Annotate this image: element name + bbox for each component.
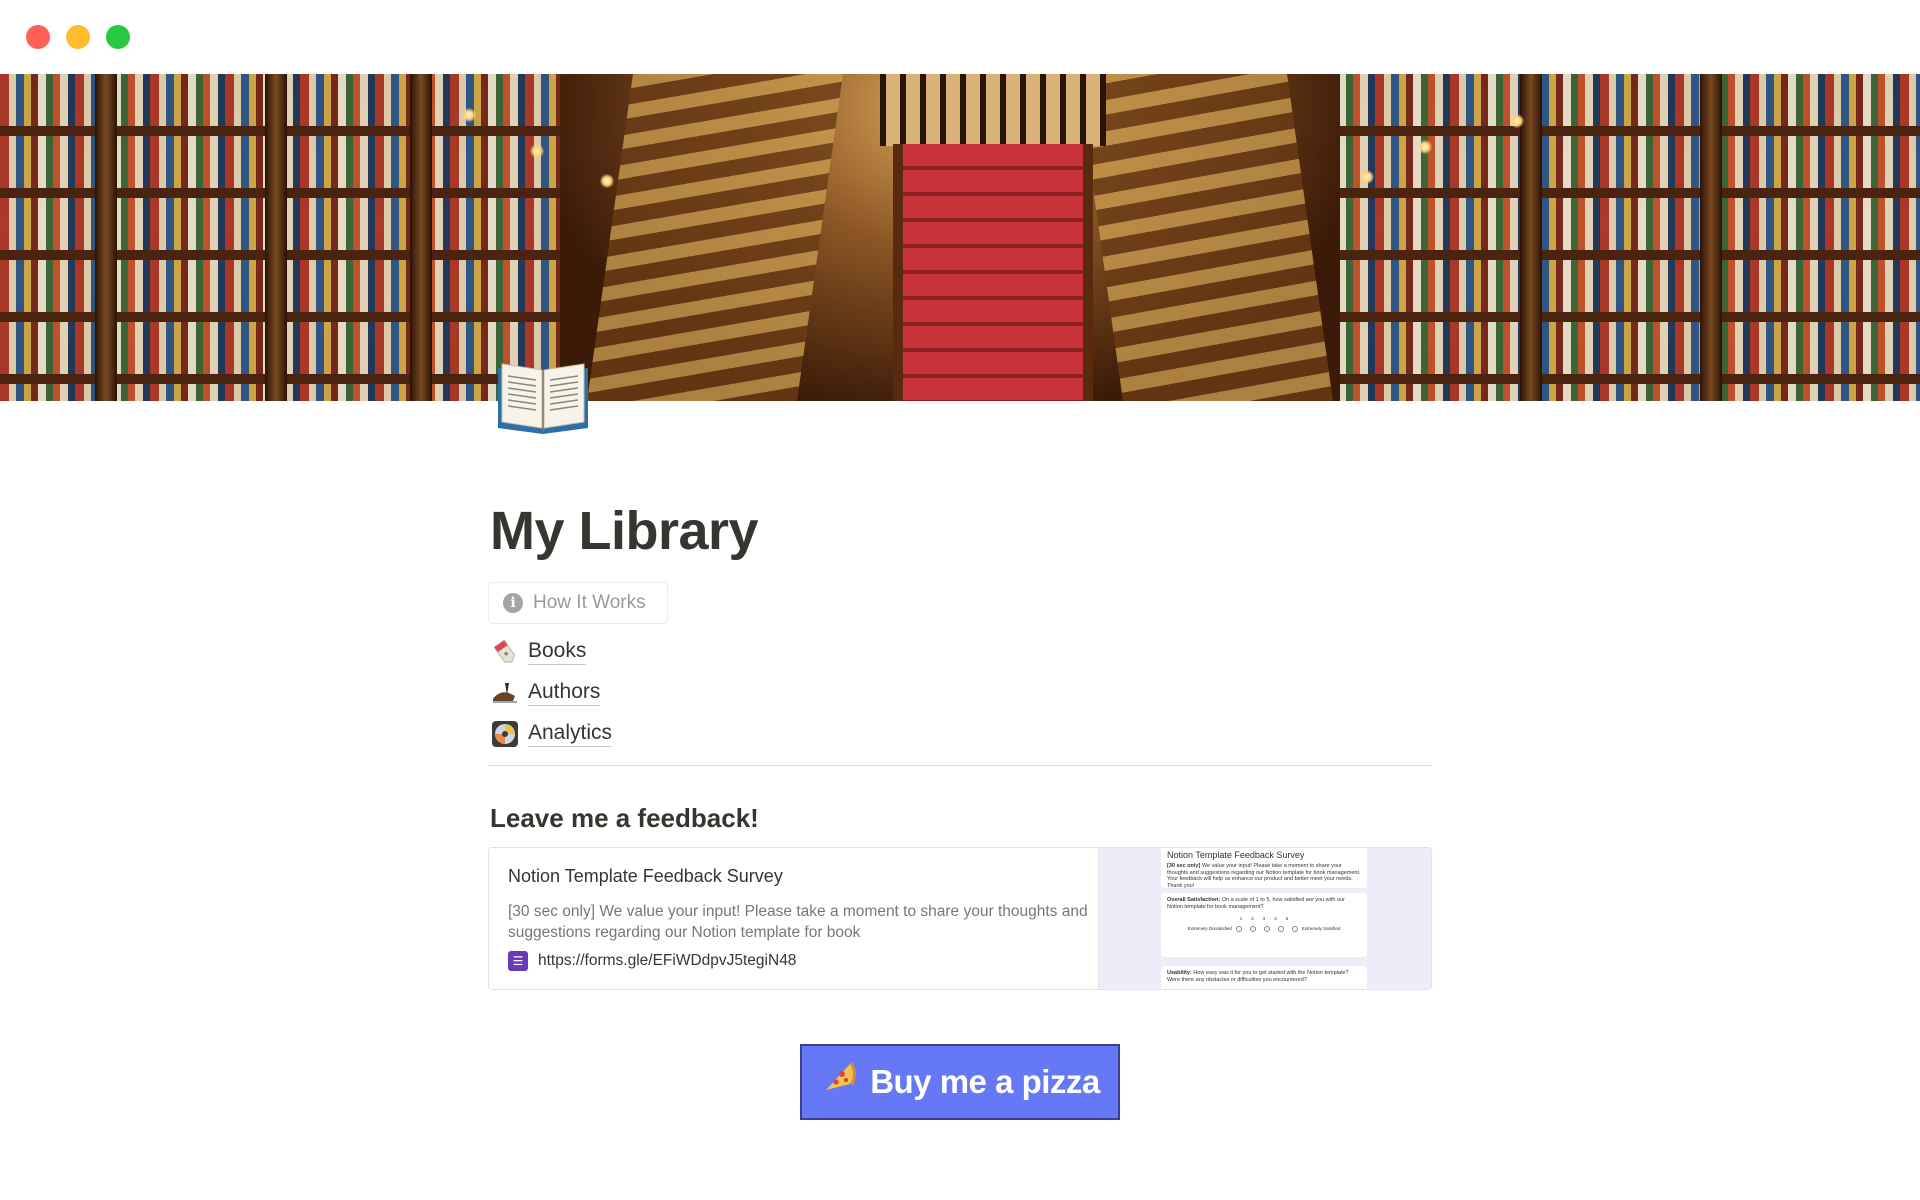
cover-pillar (1700, 74, 1722, 401)
bookmark-url: https://forms.gle/EFiWDdpvJ5tegiN48 (538, 952, 797, 969)
cover-pillar (410, 74, 432, 401)
scale-number: 3 (1262, 916, 1266, 921)
bookmark-text: Notion Template Feedback Survey [30 sec … (508, 866, 1088, 971)
info-icon: i (503, 593, 523, 613)
scale-number: 5 (1285, 916, 1289, 921)
cover-image (0, 74, 1920, 401)
thumbnail-form-q1-bold: Overall Satisfaction: (1167, 897, 1221, 903)
bookmark-url-row: ☰ https://forms.gle/EFiWDdpvJ5tegiN48 (508, 951, 1088, 971)
pizza-icon (820, 1060, 857, 1104)
thumbnail-scale-row: Extremely Dissatisfied Extremely Satisfi… (1167, 926, 1361, 933)
bookmark-title: Notion Template Feedback Survey (508, 866, 783, 886)
thumbnail-scale-numbers: 1 2 3 4 5 (1167, 916, 1361, 923)
close-window-button[interactable] (26, 25, 50, 49)
link-analytics-label: Analytics (528, 721, 613, 747)
scale-high-label: Extremely Satisfied (1301, 925, 1341, 931)
thumbnail-form-q2-bold: Usability: (1167, 970, 1192, 976)
buy-me-a-pizza-label: Buy me a pizza (870, 1063, 1100, 1100)
thumbnail-form-usability-card: Usability: How easy was it for you to ge… (1161, 966, 1367, 989)
writing-hand-icon (490, 678, 520, 708)
divider (488, 765, 1432, 766)
radio-option (1291, 925, 1298, 932)
link-authors[interactable]: Authors (490, 676, 601, 710)
radio-option (1277, 925, 1284, 932)
cover-bookshelves-left (0, 74, 590, 401)
cover-red-stairs (893, 144, 1093, 401)
radio-option (1249, 925, 1256, 932)
disc-icon (490, 719, 520, 749)
thumbnail-form-intro-row: [30 sec only] We value your input! Pleas… (1167, 863, 1361, 889)
thumbnail-form-question-card: Overall Satisfaction: On a scale of 1 to… (1161, 893, 1367, 957)
bookmark-tag-icon (490, 637, 520, 667)
cover-lamp (530, 144, 544, 158)
scale-low-label: Extremely Dissatisfied (1187, 925, 1232, 931)
link-analytics[interactable]: Analytics (490, 717, 613, 751)
cover-lamp (600, 174, 614, 188)
cover-pillar (95, 74, 117, 401)
bookmark-description: [30 sec only] We value your input! Pleas… (508, 903, 1088, 941)
scale-number: 4 (1274, 916, 1277, 921)
scale-number: 2 (1251, 916, 1254, 921)
buy-me-a-pizza-button[interactable]: Buy me a pizza (800, 1044, 1120, 1120)
cover-pillar (265, 74, 287, 401)
feedback-heading: Leave me a feedback! (490, 803, 759, 833)
cover-lamp (462, 108, 476, 122)
thumbnail-form-title: Notion Template Feedback Survey (1167, 850, 1305, 860)
thumbnail-form-header-card: Notion Template Feedback Survey [30 sec … (1161, 848, 1367, 889)
cover-lamp (1510, 114, 1524, 128)
link-authors-label: Authors (528, 680, 601, 706)
cover-lamp (1418, 140, 1432, 154)
cover-bookshelves-right (1300, 74, 1920, 401)
link-books[interactable]: Books (490, 635, 587, 669)
how-it-works-label: How It Works (533, 592, 646, 613)
cover-lamp (1360, 170, 1374, 184)
google-forms-icon: ☰ (508, 951, 528, 971)
zoom-window-button[interactable] (106, 25, 130, 49)
radio-option (1235, 925, 1242, 932)
thumbnail-form-intro-bold: [30 sec only] (1167, 863, 1201, 869)
how-it-works-button[interactable]: i How It Works (488, 582, 668, 624)
minimize-window-button[interactable] (66, 25, 90, 49)
feedback-survey-bookmark[interactable]: Notion Template Feedback Survey [30 sec … (488, 847, 1432, 990)
scale-number: 1 (1239, 916, 1243, 921)
thumbnail-form-q2: How easy was it for you to get started w… (1167, 970, 1349, 983)
window-titlebar (0, 0, 1920, 74)
cover-railing (880, 74, 1106, 146)
open-book-icon[interactable] (494, 358, 592, 438)
radio-option (1263, 925, 1270, 932)
page-title: My Library (490, 501, 759, 561)
bookmark-thumbnail: Notion Template Feedback Survey [30 sec … (1098, 848, 1431, 989)
thumbnail-form-q1-row: Overall Satisfaction: On a scale of 1 to… (1167, 897, 1361, 910)
link-books-label: Books (528, 639, 587, 665)
